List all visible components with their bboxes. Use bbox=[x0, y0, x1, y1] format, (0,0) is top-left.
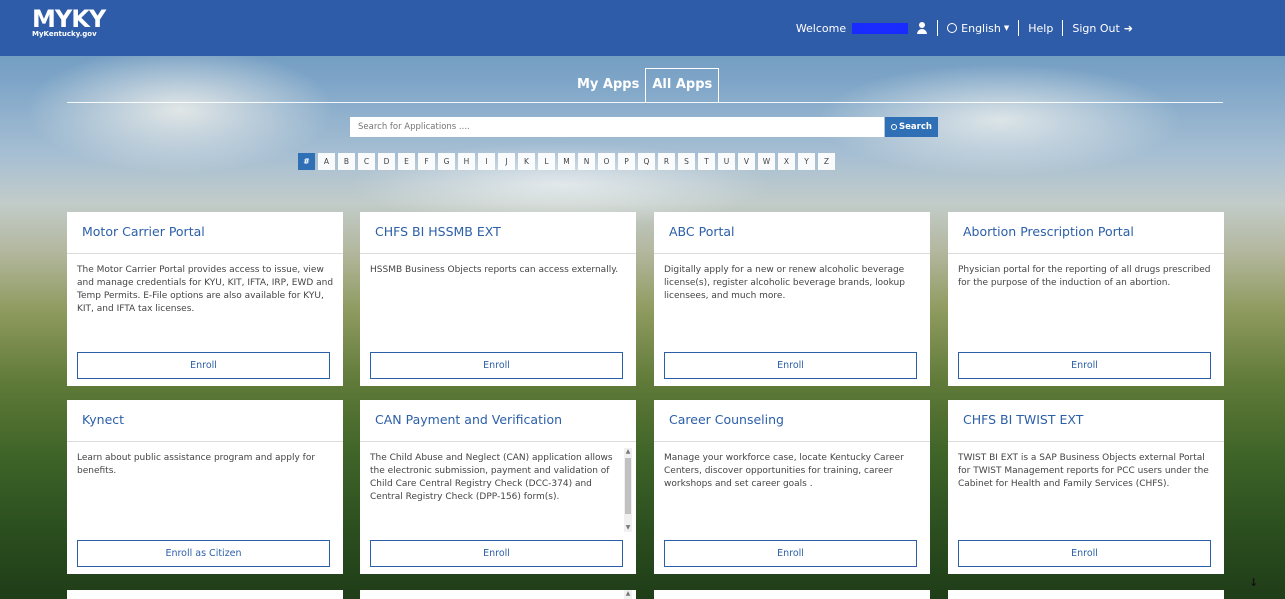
app-card-abc-portal: ABC Portal Digitally apply for a new or … bbox=[654, 212, 930, 386]
app-card-title[interactable]: CHFS BI HSSMB EXT bbox=[360, 212, 636, 254]
redacted-username bbox=[852, 22, 909, 34]
enroll-button[interactable]: Enroll bbox=[370, 352, 623, 379]
letter-filter-q[interactable]: Q bbox=[638, 153, 655, 170]
search-icon bbox=[891, 124, 898, 130]
app-card-can-payment-verification: CAN Payment and Verification The Child A… bbox=[360, 400, 636, 574]
app-card-title[interactable]: ABC Portal bbox=[654, 212, 930, 254]
tab-my-apps[interactable]: My Apps bbox=[571, 68, 645, 102]
letter-filter-p[interactable]: P bbox=[618, 153, 635, 170]
tab-underline bbox=[67, 102, 1223, 103]
scroll-up-arrow-icon[interactable]: ▲ bbox=[624, 590, 632, 599]
letter-filter-i[interactable]: I bbox=[478, 153, 495, 170]
mykentucky-logo[interactable]: MYKY MyKentucky.gov bbox=[32, 5, 106, 39]
scroll-down-arrow-icon[interactable]: ▼ bbox=[624, 524, 632, 532]
app-card-chfs-bi-twist-ext: CHFS BI TWIST EXT TWIST BI EXT is a SAP … bbox=[948, 400, 1224, 574]
letter-filter-c[interactable]: C bbox=[358, 153, 375, 170]
enroll-button[interactable]: Enroll bbox=[77, 352, 330, 379]
letter-filter-r[interactable]: R bbox=[658, 153, 675, 170]
enroll-button[interactable]: Enroll bbox=[664, 540, 917, 567]
letter-filter-k[interactable]: K bbox=[518, 153, 535, 170]
app-card-description: Digitally apply for a new or renew alcoh… bbox=[664, 265, 905, 301]
top-navigation-bar: MYKY MyKentucky.gov Welcome English ▼ He… bbox=[0, 0, 1285, 56]
globe-icon bbox=[947, 23, 958, 33]
app-card-title[interactable]: Career Counseling bbox=[654, 400, 930, 442]
app-card-partial bbox=[948, 590, 1224, 599]
tab-all-apps[interactable]: All Apps bbox=[645, 68, 720, 102]
nav-divider bbox=[1062, 20, 1064, 36]
sign-out-icon: ➜ bbox=[1123, 21, 1133, 35]
letter-filter-t[interactable]: T bbox=[698, 153, 715, 170]
sign-out-link[interactable]: Sign Out ➜ bbox=[1072, 22, 1133, 35]
letter-filter-a[interactable]: A bbox=[318, 153, 335, 170]
app-card-title[interactable]: CAN Payment and Verification bbox=[360, 400, 636, 442]
help-link[interactable]: Help bbox=[1028, 22, 1053, 35]
app-tabs: My Apps All Apps bbox=[571, 68, 720, 102]
letter-filter-x[interactable]: X bbox=[778, 153, 795, 170]
letter-filter-s[interactable]: S bbox=[678, 153, 695, 170]
app-card-description: The Motor Carrier Portal provides access… bbox=[77, 265, 334, 314]
letter-filter-l[interactable]: L bbox=[538, 153, 555, 170]
app-card-title[interactable]: CHFS BI TWIST EXT bbox=[948, 400, 1224, 442]
enroll-as-citizen-button[interactable]: Enroll as Citizen bbox=[77, 540, 330, 567]
language-label: English bbox=[961, 21, 1001, 35]
enroll-button[interactable]: Enroll bbox=[958, 540, 1211, 567]
letter-filter-d[interactable]: D bbox=[378, 153, 395, 170]
letter-filter-o[interactable]: O bbox=[598, 153, 615, 170]
app-card-partial bbox=[67, 590, 343, 599]
letter-filter-e[interactable]: E bbox=[398, 153, 415, 170]
search-input[interactable] bbox=[350, 117, 884, 137]
letter-filter-b[interactable]: B bbox=[338, 153, 355, 170]
letter-filter-z[interactable]: Z bbox=[818, 153, 835, 170]
app-card-partial bbox=[654, 590, 930, 599]
enroll-button[interactable]: Enroll bbox=[664, 352, 917, 379]
letter-filter-f[interactable]: F bbox=[418, 153, 435, 170]
app-card-kynect: Kynect Learn about public assistance pro… bbox=[67, 400, 343, 574]
app-card-motor-carrier-portal: Motor Carrier Portal The Motor Carrier P… bbox=[67, 212, 343, 386]
account-nav: Welcome English ▼ Help Sign Out ➜ bbox=[796, 18, 1133, 38]
app-card-title[interactable]: Kynect bbox=[67, 400, 343, 442]
letter-filter-hash[interactable]: # bbox=[298, 153, 315, 170]
letter-filter-n[interactable]: N bbox=[578, 153, 595, 170]
letter-filter-j[interactable]: J bbox=[498, 153, 515, 170]
nav-divider bbox=[937, 20, 939, 36]
letter-filter-y[interactable]: Y bbox=[798, 153, 815, 170]
app-card-career-counseling: Career Counseling Manage your workforce … bbox=[654, 400, 930, 574]
app-card-description: Manage your workforce case, locate Kentu… bbox=[664, 453, 904, 489]
app-card-title[interactable]: Motor Carrier Portal bbox=[67, 212, 343, 254]
language-selector[interactable]: English ▼ bbox=[947, 22, 1009, 35]
app-card-partial: ▲ bbox=[360, 590, 636, 599]
letter-filter-g[interactable]: G bbox=[438, 153, 455, 170]
app-card-description: HSSMB Business Objects reports can acces… bbox=[370, 265, 619, 275]
alphabet-filter: # A B C D E F G H I J K L M N O P Q R S … bbox=[298, 153, 835, 170]
app-card-description: The Child Abuse and Neglect (CAN) applic… bbox=[370, 453, 613, 502]
enroll-button[interactable]: Enroll bbox=[370, 540, 623, 567]
search-button[interactable]: Search bbox=[885, 117, 938, 137]
logo-subtext: MyKentucky.gov bbox=[32, 30, 97, 38]
letter-filter-v[interactable]: V bbox=[738, 153, 755, 170]
app-card-description: Physician portal for the reporting of al… bbox=[958, 265, 1211, 288]
scrollbar-thumb[interactable] bbox=[625, 458, 631, 514]
letter-filter-u[interactable]: U bbox=[718, 153, 735, 170]
caret-down-icon: ▼ bbox=[1003, 24, 1010, 32]
app-card-title[interactable]: Abortion Prescription Portal bbox=[948, 212, 1224, 254]
scroll-up-arrow-icon[interactable]: ▲ bbox=[624, 448, 632, 456]
search-button-label: Search bbox=[899, 122, 932, 132]
app-card-abortion-prescription-portal: Abortion Prescription Portal Physician p… bbox=[948, 212, 1224, 386]
scroll-down-arrow-icon[interactable]: ↓ bbox=[1249, 576, 1258, 589]
app-card-chfs-bi-hssmb-ext: CHFS BI HSSMB EXT HSSMB Business Objects… bbox=[360, 212, 636, 386]
logo-text: MYKY bbox=[32, 5, 106, 33]
sign-out-label: Sign Out bbox=[1072, 21, 1120, 35]
app-card-description: Learn about public assistance program an… bbox=[77, 453, 316, 476]
description-scrollbar[interactable]: ▲ ▼ bbox=[624, 448, 632, 532]
letter-filter-m[interactable]: M bbox=[558, 153, 575, 170]
welcome-label: Welcome bbox=[795, 21, 847, 35]
user-icon[interactable] bbox=[916, 22, 928, 34]
nav-divider bbox=[1018, 20, 1020, 36]
letter-filter-h[interactable]: H bbox=[458, 153, 475, 170]
letter-filter-w[interactable]: W bbox=[758, 153, 775, 170]
enroll-button[interactable]: Enroll bbox=[958, 352, 1211, 379]
app-card-description: TWIST BI EXT is a SAP Business Objects e… bbox=[958, 453, 1209, 489]
